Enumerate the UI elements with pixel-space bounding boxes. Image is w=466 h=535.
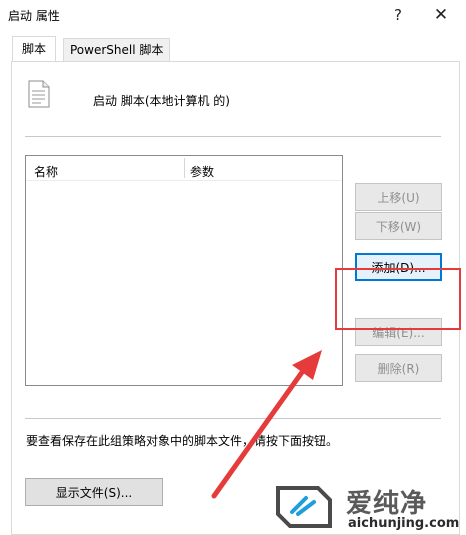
move-down-button[interactable]: 下移(W) bbox=[355, 212, 442, 240]
column-header-parameters[interactable]: 参数 bbox=[190, 163, 214, 180]
column-divider[interactable] bbox=[184, 158, 185, 178]
window-title: 启动 属性 bbox=[8, 9, 60, 23]
watermark-name: 爱纯净 bbox=[346, 489, 428, 519]
divider bbox=[25, 418, 441, 419]
tab-scripts[interactable]: 脚本 bbox=[12, 36, 56, 61]
close-icon[interactable]: ✕ bbox=[428, 3, 454, 27]
watermark-logo-icon bbox=[276, 486, 332, 528]
watermark-url: aichunjing.com bbox=[348, 516, 460, 531]
show-files-button[interactable]: 显示文件(S)... bbox=[25, 478, 163, 506]
hint-text: 要查看保存在此组策略对象中的脚本文件，请按下面按钮。 bbox=[26, 434, 339, 448]
move-up-button[interactable]: 上移(U) bbox=[355, 183, 442, 211]
highlight-box bbox=[335, 268, 461, 330]
script-list[interactable]: 名称 参数 bbox=[25, 155, 343, 386]
help-icon[interactable]: ? bbox=[386, 4, 410, 26]
column-header-name[interactable]: 名称 bbox=[34, 163, 58, 180]
remove-button[interactable]: 删除(R) bbox=[355, 354, 442, 382]
title-bar: 启动 属性 ? ✕ bbox=[0, 0, 466, 30]
list-header-line bbox=[26, 180, 342, 181]
divider bbox=[25, 136, 441, 137]
script-document-icon bbox=[28, 80, 50, 108]
script-type-heading: 启动 脚本(本地计算机 的) bbox=[93, 94, 230, 108]
tab-powershell-scripts[interactable]: PowerShell 脚本 bbox=[63, 38, 171, 61]
